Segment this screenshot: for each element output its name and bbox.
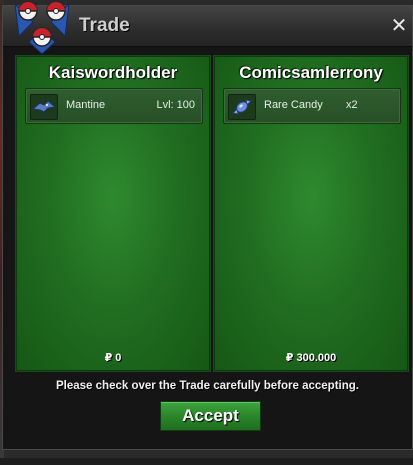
- trade-item-slot-right[interactable]: Rare Candy x2: [223, 88, 401, 124]
- rare-candy-sprite-icon: [228, 94, 256, 120]
- item-level: Lvl: 100: [156, 99, 195, 111]
- window-title: Trade: [79, 15, 130, 36]
- trade-panel-right: Comicsamlerrony Rare Candy x2 ₽ 300.000: [213, 55, 409, 372]
- game-logo-icon: [14, 1, 70, 55]
- trade-notice: Please check over the Trade carefully be…: [56, 380, 359, 392]
- money-offer-right: ₽ 300.000: [285, 352, 337, 364]
- item-quantity: x2: [346, 99, 358, 111]
- trade-window: Trade ✕ Kaiswordholder Mantine Lvl: 100 …: [2, 1, 413, 450]
- trade-item-slot-left[interactable]: Mantine Lvl: 100: [25, 88, 203, 124]
- player-name-left: Kaiswordholder: [48, 63, 178, 82]
- item-name: Rare Candy: [264, 99, 323, 111]
- background-bottom-edge: [0, 458, 413, 465]
- mantine-sprite-icon: [30, 94, 58, 120]
- player-name-right: Comicsamlerrony: [239, 63, 383, 82]
- item-name: Mantine: [66, 99, 106, 111]
- trade-panel-left: Kaiswordholder Mantine Lvl: 100 ₽ 0: [15, 55, 211, 372]
- money-offer-left: ₽ 0: [104, 352, 122, 364]
- close-button[interactable]: ✕: [389, 16, 409, 36]
- accept-button[interactable]: Accept: [160, 401, 261, 431]
